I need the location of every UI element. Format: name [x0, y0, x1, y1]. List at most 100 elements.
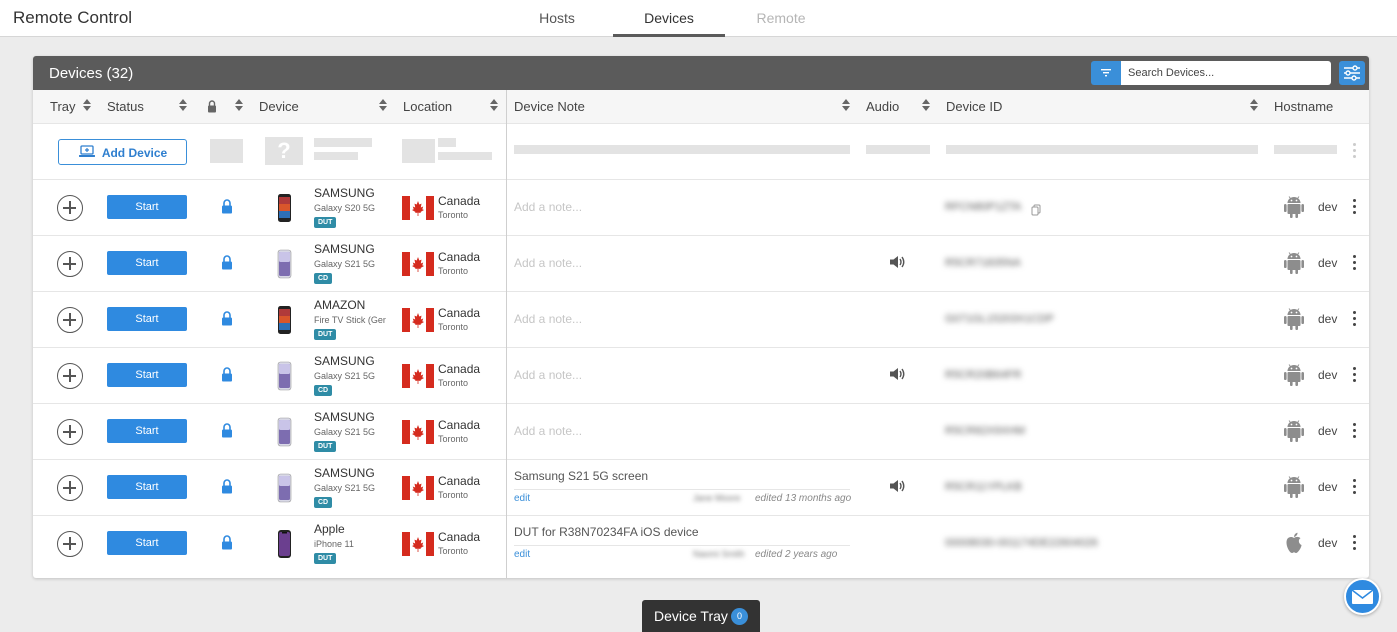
hostname: dev	[1318, 480, 1338, 494]
col-location[interactable]: Location	[403, 90, 452, 123]
add-note-field[interactable]: Add a note...	[514, 312, 582, 326]
start-button[interactable]: Start	[107, 195, 187, 219]
table-row: Start SAMSUNG Galaxy S21 5G CD Canada To…	[33, 235, 1369, 291]
more-icon[interactable]	[1351, 255, 1359, 273]
add-to-tray-button[interactable]	[57, 419, 83, 445]
edit-note-link[interactable]: edit	[514, 493, 530, 504]
more-icon[interactable]	[1351, 367, 1359, 385]
more-icon[interactable]	[1351, 311, 1359, 329]
android-icon	[1283, 363, 1305, 392]
filter-icon	[1101, 69, 1111, 77]
add-to-tray-button[interactable]	[57, 251, 83, 277]
location-country: Canada	[438, 418, 481, 432]
sort-icon[interactable]	[83, 99, 91, 113]
placeholder-line	[438, 138, 456, 147]
add-note-field[interactable]: Add a note...	[514, 200, 582, 214]
start-button[interactable]: Start	[107, 531, 187, 555]
more-icon[interactable]	[1351, 423, 1359, 441]
contact-button[interactable]	[1344, 578, 1381, 615]
device-id: G071GL15203X1CDP	[945, 313, 1054, 325]
start-button[interactable]: Start	[107, 419, 187, 443]
filter-button[interactable]	[1091, 61, 1121, 85]
lock-icon[interactable]	[221, 311, 233, 331]
sort-icon[interactable]	[235, 99, 243, 113]
device-id: R5CR20B64FR	[945, 369, 1022, 381]
tab-hosts[interactable]: Hosts	[501, 0, 613, 37]
col-hostname[interactable]: Hostname	[1274, 90, 1333, 123]
android-icon	[1283, 251, 1305, 280]
sort-icon[interactable]	[1250, 99, 1258, 113]
edit-note-link[interactable]: edit	[514, 549, 530, 560]
location-country: Canada	[438, 250, 481, 264]
lock-icon[interactable]	[221, 479, 233, 499]
placeholder-line	[946, 145, 1258, 154]
add-to-tray-button[interactable]	[57, 307, 83, 333]
col-device-note[interactable]: Device Note	[514, 90, 585, 123]
panel-header: Devices (32)	[33, 56, 1369, 90]
device-badge: CD	[314, 273, 333, 284]
sort-icon[interactable]	[179, 99, 187, 113]
col-device-id[interactable]: Device ID	[946, 90, 1002, 123]
placeholder-line	[1274, 145, 1337, 154]
lock-icon[interactable]	[221, 255, 233, 275]
sort-icon[interactable]	[379, 99, 387, 113]
placeholder-block	[402, 139, 435, 163]
more-icon[interactable]	[1351, 535, 1359, 553]
table-row: Start SAMSUNG Galaxy S21 5G CD Canada To…	[33, 459, 1369, 515]
device-note-text[interactable]: Samsung S21 5G screen	[514, 469, 648, 483]
add-device-button[interactable]: Add Device	[58, 139, 187, 165]
copy-icon[interactable]	[1031, 203, 1041, 221]
lock-icon[interactable]	[221, 367, 233, 387]
more-icon[interactable]	[1351, 199, 1359, 217]
add-note-field[interactable]: Add a note...	[514, 368, 582, 382]
location-country: Canada	[438, 194, 481, 208]
sort-icon[interactable]	[842, 99, 850, 113]
start-button[interactable]: Start	[107, 251, 187, 275]
column-divider	[506, 90, 507, 578]
galaxy-phone-icon	[277, 361, 292, 396]
location-city: Toronto	[438, 378, 469, 388]
location-city: Toronto	[438, 266, 469, 276]
unknown-device-icon: ?	[265, 137, 303, 165]
device-model: Fire TV Stick (Gen 3)	[314, 315, 386, 325]
android-phone-icon	[277, 305, 292, 340]
col-device[interactable]: Device	[259, 90, 299, 123]
speaker-icon	[888, 478, 906, 499]
add-to-tray-button[interactable]	[57, 475, 83, 501]
lock-icon[interactable]	[221, 535, 233, 555]
device-badge: CD	[314, 497, 333, 508]
devices-panel: Devices (32) Tray Status	[33, 56, 1369, 578]
add-device-icon	[78, 144, 95, 157]
device-id: R5CR71835NA	[945, 257, 1021, 269]
sort-icon[interactable]	[490, 99, 498, 113]
add-note-field[interactable]: Add a note...	[514, 424, 582, 438]
tab-bar: Hosts Devices Remote	[501, 0, 837, 37]
device-brand: SAMSUNG	[314, 354, 375, 368]
search-input[interactable]	[1121, 61, 1331, 85]
canada-flag-icon	[402, 476, 434, 505]
start-button[interactable]: Start	[107, 363, 187, 387]
device-note-text[interactable]: DUT for R38N70234FA iOS device	[514, 525, 699, 539]
device-tray-button[interactable]: Device Tray 0	[642, 600, 760, 632]
start-button[interactable]: Start	[107, 307, 187, 331]
lock-column-icon	[208, 100, 216, 113]
location-city: Toronto	[438, 490, 469, 500]
tab-devices[interactable]: Devices	[613, 0, 725, 37]
add-note-field[interactable]: Add a note...	[514, 256, 582, 270]
add-to-tray-button[interactable]	[57, 195, 83, 221]
add-to-tray-button[interactable]	[57, 531, 83, 557]
placeholder-line	[514, 145, 850, 154]
hostname: dev	[1318, 200, 1338, 214]
app-title: Remote Control	[13, 8, 133, 27]
column-settings-button[interactable]	[1339, 61, 1365, 85]
col-status[interactable]: Status	[107, 90, 144, 123]
add-to-tray-button[interactable]	[57, 363, 83, 389]
sort-icon[interactable]	[922, 99, 930, 113]
lock-icon[interactable]	[221, 199, 233, 219]
col-tray[interactable]: Tray	[50, 90, 76, 123]
note-divider	[514, 489, 850, 490]
start-button[interactable]: Start	[107, 475, 187, 499]
lock-icon[interactable]	[221, 423, 233, 443]
more-icon[interactable]	[1351, 479, 1359, 497]
col-audio[interactable]: Audio	[866, 90, 899, 123]
